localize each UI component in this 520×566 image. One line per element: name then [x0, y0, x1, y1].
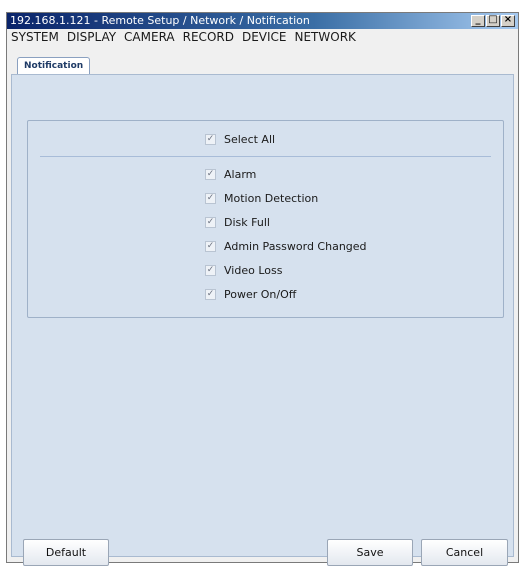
- select-all-checkbox[interactable]: ✓: [205, 134, 216, 145]
- option-disk-full[interactable]: ✓ Disk Full: [205, 216, 270, 229]
- check-icon: ✓: [206, 169, 215, 179]
- window-title: 192.168.1.121 - Remote Setup / Network /…: [10, 14, 310, 27]
- option-label: Motion Detection: [224, 192, 319, 205]
- save-button[interactable]: Save: [327, 539, 413, 566]
- check-icon: ✓: [206, 217, 215, 227]
- option-alarm[interactable]: ✓ Alarm: [205, 168, 256, 181]
- remote-setup-window: 192.168.1.121 - Remote Setup / Network /…: [6, 12, 519, 566]
- check-icon: ✓: [206, 193, 215, 203]
- minimize-icon[interactable]: _: [471, 14, 485, 27]
- divider: [40, 156, 491, 157]
- video-loss-checkbox[interactable]: ✓: [205, 265, 216, 276]
- power-on-off-checkbox[interactable]: ✓: [205, 289, 216, 300]
- check-icon: ✓: [206, 134, 215, 144]
- window-controls: _ □ ×: [471, 14, 515, 27]
- motion-detection-checkbox[interactable]: ✓: [205, 193, 216, 204]
- disk-full-checkbox[interactable]: ✓: [205, 217, 216, 228]
- option-label: Alarm: [224, 168, 257, 181]
- select-all-row[interactable]: ✓ Select All: [205, 133, 275, 146]
- option-label: Admin Password Changed: [224, 240, 367, 253]
- cancel-button[interactable]: Cancel: [421, 539, 508, 566]
- select-all-label: Select All: [224, 133, 276, 146]
- tab-notification[interactable]: Notification: [17, 57, 91, 75]
- close-icon[interactable]: ×: [501, 14, 515, 27]
- title-bar[interactable]: 192.168.1.121 - Remote Setup / Network /…: [7, 13, 518, 29]
- menu-system[interactable]: SYSTEM: [9, 29, 65, 45]
- option-motion-detection[interactable]: ✓ Motion Detection: [205, 192, 318, 205]
- check-icon: ✓: [206, 241, 215, 251]
- menu-camera[interactable]: CAMERA: [122, 29, 181, 45]
- option-video-loss[interactable]: ✓ Video Loss: [205, 264, 282, 277]
- menu-network[interactable]: NETWORK: [293, 29, 362, 45]
- option-admin-password-changed[interactable]: ✓ Admin Password Changed: [205, 240, 367, 253]
- check-icon: ✓: [206, 265, 215, 275]
- option-label: Disk Full: [224, 216, 270, 229]
- default-button[interactable]: Default: [23, 539, 109, 566]
- menu-bar: SYSTEM DISPLAY CAMERA RECORD DEVICE NETW…: [7, 29, 518, 45]
- option-label: Video Loss: [224, 264, 283, 277]
- menu-record[interactable]: RECORD: [181, 29, 240, 45]
- admin-password-changed-checkbox[interactable]: ✓: [205, 241, 216, 252]
- menu-device[interactable]: DEVICE: [240, 29, 293, 45]
- menu-display[interactable]: DISPLAY: [65, 29, 122, 45]
- content-area: Notification ✓ Select All ✓ Alarm ✓ Moti…: [7, 45, 518, 566]
- alarm-checkbox[interactable]: ✓: [205, 169, 216, 180]
- notification-panel: ✓ Select All ✓ Alarm ✓ Motion Detection …: [11, 74, 514, 557]
- option-label: Power On/Off: [224, 288, 297, 301]
- check-icon: ✓: [206, 289, 215, 299]
- maximize-icon[interactable]: □: [486, 14, 500, 27]
- notification-options-group: ✓ Select All ✓ Alarm ✓ Motion Detection …: [27, 120, 504, 318]
- option-power-on-off[interactable]: ✓ Power On/Off: [205, 288, 296, 301]
